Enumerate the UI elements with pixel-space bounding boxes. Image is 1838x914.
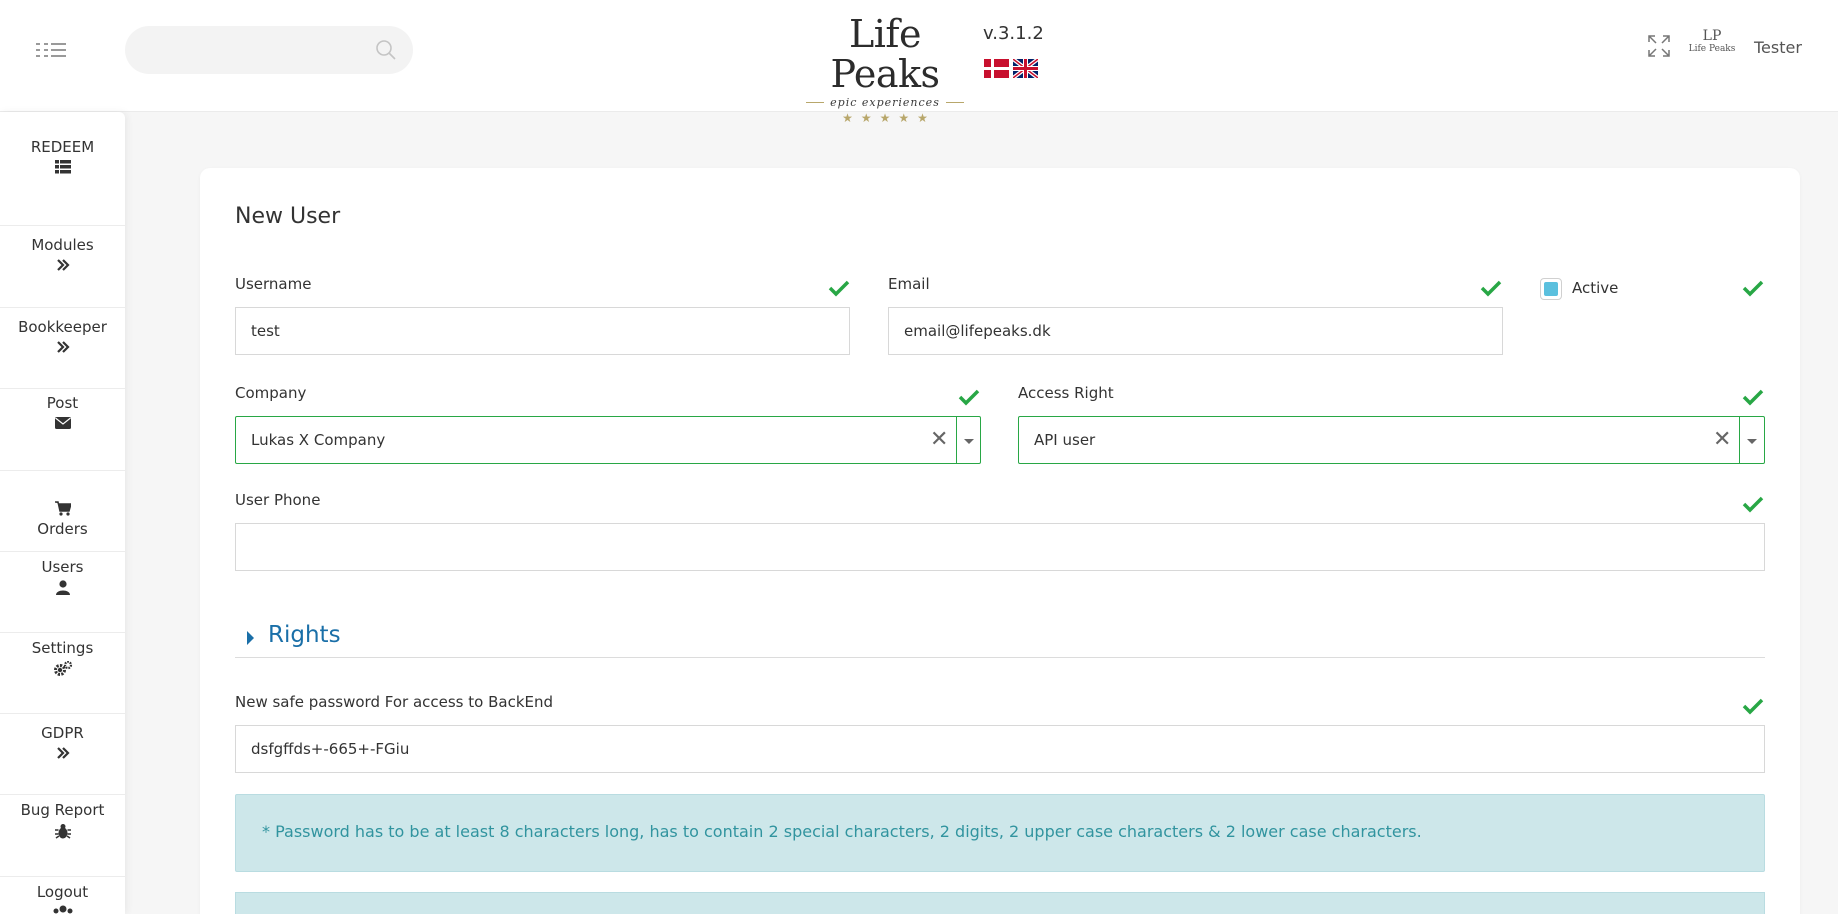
password-valid-check-icon [1742, 698, 1764, 715]
sidebar-item-label: Modules [31, 236, 94, 254]
access-right-selected-value: API user [1034, 431, 1096, 449]
avatar[interactable]: LP Life Peaks [1686, 28, 1738, 68]
user-phone-input[interactable] [235, 523, 1765, 571]
logo-line-right [945, 102, 964, 103]
sidebar-item-logout[interactable]: Logout [0, 877, 125, 914]
company-select[interactable]: Lukas X Company ✕ [235, 416, 981, 464]
fullscreen-icon[interactable] [1647, 34, 1671, 58]
sidebar-item-label: Logout [36, 883, 89, 901]
cart-icon [54, 501, 71, 516]
logo-line-left [806, 102, 825, 103]
user-name[interactable]: Tester [1754, 38, 1802, 57]
sidebar-item-label: REDEEM [30, 138, 95, 156]
sidebar-item-label: Bookkeeper [18, 318, 107, 336]
rights-collapse-toggle[interactable]: Rights [235, 620, 1765, 658]
password-input[interactable] [235, 725, 1765, 773]
password-requirements-alert: * Password has to be at least 8 characte… [235, 794, 1765, 872]
rights-label: Rights [268, 622, 341, 648]
sidebar-item-label: Settings [31, 639, 94, 657]
access-right-valid-check-icon [1742, 389, 1764, 406]
sidebar-item-gdpr[interactable]: GDPR [0, 714, 125, 795]
app-version: v.3.1.2 [983, 23, 1044, 44]
brand-logo[interactable]: Life Peaks epic experiences ★★★★★ [800, 14, 970, 125]
sidebar-item-label: Orders [37, 520, 88, 538]
password-requirements-text: * Password has to be at least 8 characte… [262, 822, 1422, 841]
username-valid-check-icon [828, 280, 850, 297]
username-input[interactable] [235, 307, 850, 355]
logo-title: Life Peaks [830, 12, 940, 96]
chevrons-right-icon [56, 747, 70, 759]
chevron-down-icon[interactable] [1741, 431, 1763, 451]
access-right-label: Access Right [1018, 384, 1114, 402]
sidebar-item-modules[interactable]: Modules [0, 226, 125, 308]
secondary-info-alert [235, 892, 1765, 914]
access-right-select-separator [1739, 417, 1740, 463]
bug-icon [54, 824, 71, 839]
sidebar: REDEEM Modules Bookkeeper Post Orders Us… [0, 112, 125, 914]
uk-flag-icon[interactable] [1013, 59, 1038, 78]
logo-subtitle-row: epic experiences [800, 96, 970, 109]
logo-stars: ★★★★★ [842, 111, 936, 125]
sidebar-item-label: Bug Report [20, 801, 105, 819]
sidebar-item-label: Post [46, 394, 79, 412]
menu-toggle-icon[interactable] [36, 40, 66, 60]
sidebar-item-users[interactable]: Users [0, 552, 125, 633]
company-label: Company [235, 384, 307, 402]
password-label: New safe password For access to BackEnd [235, 693, 554, 711]
email-label: Email [888, 275, 930, 293]
active-valid-check-icon [1742, 280, 1764, 297]
chevron-down-icon[interactable] [958, 431, 980, 451]
sidebar-item-label: Users [41, 558, 84, 576]
email-input[interactable] [888, 307, 1503, 355]
sidebar-item-post[interactable]: Post [0, 389, 125, 471]
company-clear-icon[interactable]: ✕ [930, 428, 948, 452]
search-icon[interactable] [375, 39, 397, 61]
access-right-select[interactable]: API user ✕ [1018, 416, 1765, 464]
sidebar-item-label: GDPR [41, 724, 84, 742]
page-title: New User [235, 204, 341, 229]
envelope-icon [54, 417, 71, 429]
user-phone-label: User Phone [235, 491, 321, 509]
users-icon [53, 905, 72, 914]
chevrons-right-icon [56, 259, 70, 271]
new-user-card: New User Username Email Active Company L… [200, 168, 1800, 914]
email-valid-check-icon [1480, 280, 1502, 297]
list-icon [54, 160, 71, 174]
user-icon [55, 580, 70, 595]
danish-flag-icon[interactable] [984, 59, 1009, 78]
sidebar-item-redeem[interactable]: REDEEM [0, 138, 125, 226]
sidebar-item-bookkeeper[interactable]: Bookkeeper [0, 308, 125, 389]
username-label: Username [235, 275, 312, 293]
avatar-caption: Life Peaks [1688, 44, 1736, 54]
active-checkbox[interactable] [1540, 278, 1562, 300]
access-right-clear-icon[interactable]: ✕ [1713, 428, 1731, 452]
cogs-icon [53, 661, 72, 676]
sidebar-item-bug-report[interactable]: Bug Report [0, 795, 125, 877]
avatar-monogram: LP [1702, 28, 1722, 44]
search-input[interactable] [147, 26, 377, 74]
sidebar-item-orders[interactable]: Orders [0, 471, 125, 552]
active-label[interactable]: Active [1572, 279, 1618, 297]
logo-subtitle: epic experiences [830, 96, 940, 109]
caret-right-icon [247, 631, 254, 645]
sidebar-item-settings[interactable]: Settings [0, 633, 125, 714]
language-switcher [984, 59, 1038, 78]
company-valid-check-icon [958, 389, 980, 406]
search-box [125, 26, 413, 74]
company-selected-value: Lukas X Company [251, 431, 386, 449]
chevrons-right-icon [56, 341, 70, 353]
user-phone-valid-check-icon [1742, 496, 1764, 513]
company-select-separator [956, 417, 957, 463]
top-header: Life Peaks epic experiences ★★★★★ v.3.1.… [0, 0, 1838, 125]
